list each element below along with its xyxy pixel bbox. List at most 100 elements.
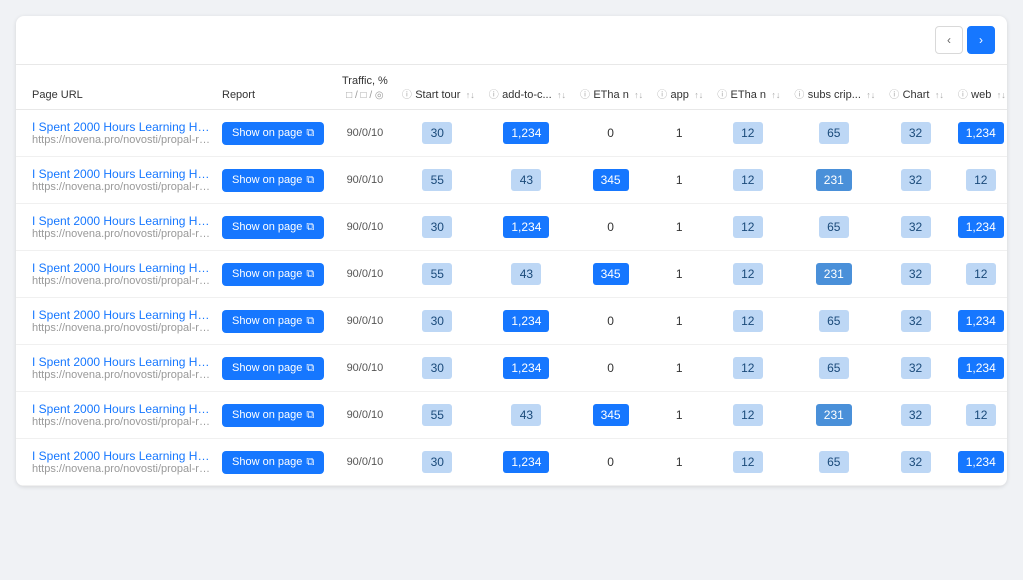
cell-value: 30 (422, 122, 452, 144)
value-cell: 43 (481, 392, 572, 439)
value-cell: 1 (649, 345, 709, 392)
table-row: I Spent 2000 Hours Learning How To Lea..… (16, 157, 1007, 204)
value-cell: 1,234 (950, 204, 1007, 251)
cell-value: 55 (422, 404, 452, 426)
col-chart[interactable]: ⓘ Chart ↑↓ (881, 65, 950, 110)
page-url-title[interactable]: I Spent 2000 Hours Learning How To Lea..… (32, 167, 210, 181)
sort-icon-ethan1[interactable]: ↑↓ (634, 90, 643, 100)
page-url-sub: https://novena.pro/novosti/propal-rezhim… (32, 369, 210, 381)
value-cell: 1,234 (950, 439, 1007, 486)
prev-button[interactable]: ‹ (935, 26, 963, 54)
cell-value: 30 (422, 451, 452, 473)
cell-value: 1 (664, 357, 694, 379)
value-cell: 12 (709, 157, 786, 204)
show-on-page-button[interactable]: Show on page ⧉ (222, 122, 324, 145)
col-web[interactable]: ⓘ web ↑↓ (950, 65, 1007, 110)
traffic-cell: 90/0/10 (336, 439, 394, 486)
value-cell: 55 (394, 392, 481, 439)
sort-icon-start-tour[interactable]: ↑↓ (466, 90, 475, 100)
table-row: I Spent 2000 Hours Learning How To Lea..… (16, 251, 1007, 298)
sort-icon-ethan2[interactable]: ↑↓ (771, 90, 780, 100)
col-ethan2[interactable]: ⓘ ETha n ↑↓ (709, 65, 786, 110)
report-cell: Show on page ⧉ (216, 345, 336, 392)
value-cell: 65 (786, 345, 881, 392)
cell-value: 1,234 (958, 216, 1004, 238)
external-link-icon: ⧉ (306, 174, 314, 187)
value-cell: 12 (709, 298, 786, 345)
show-on-page-button[interactable]: Show on page ⧉ (222, 404, 324, 427)
cell-value: 65 (819, 216, 849, 238)
value-cell: 12 (709, 345, 786, 392)
value-cell: 1,234 (950, 345, 1007, 392)
value-cell: 65 (786, 298, 881, 345)
page-url-cell: I Spent 2000 Hours Learning How To Lea..… (16, 110, 216, 157)
sort-icon-subs-crip[interactable]: ↑↓ (866, 90, 875, 100)
cell-value: 12 (733, 451, 763, 473)
show-on-page-button[interactable]: Show on page ⧉ (222, 169, 324, 192)
show-on-page-button[interactable]: Show on page ⧉ (222, 451, 324, 474)
report-cell: Show on page ⧉ (216, 110, 336, 157)
cell-value: 12 (733, 263, 763, 285)
value-cell: 30 (394, 439, 481, 486)
show-on-page-button[interactable]: Show on page ⧉ (222, 357, 324, 380)
show-on-page-button[interactable]: Show on page ⧉ (222, 216, 324, 239)
traffic-value: 90/0/10 (347, 315, 384, 327)
value-cell: 12 (709, 251, 786, 298)
col-subs-crip[interactable]: ⓘ subs crip... ↑↓ (786, 65, 881, 110)
data-table: Page URL Report Traffic, % □ / □ / ◎ ⓘ S… (16, 65, 1007, 486)
sort-icon-chart[interactable]: ↑↓ (935, 90, 944, 100)
col-start-tour[interactable]: ⓘ Start tour ↑↓ (394, 65, 481, 110)
col-app[interactable]: ⓘ app ↑↓ (649, 65, 709, 110)
info-icon-web: ⓘ (958, 86, 968, 101)
page-url-title[interactable]: I Spent 2000 Hours Learning How To Lea..… (32, 449, 210, 463)
value-cell: 0 (572, 298, 649, 345)
sort-icon-add-to-c[interactable]: ↑↓ (557, 90, 566, 100)
cell-value: 1,234 (503, 216, 549, 238)
cell-value: 0 (596, 122, 626, 144)
page-url-title[interactable]: I Spent 2000 Hours Learning How To Lea..… (32, 355, 210, 369)
main-container: ‹ › Page URL Report Traffic, % □ / □ / ◎ (16, 16, 1007, 486)
info-icon-ethan1: ⓘ (580, 86, 590, 101)
page-url-cell: I Spent 2000 Hours Learning How To Lea..… (16, 345, 216, 392)
col-add-to-c[interactable]: ⓘ add-to-c... ↑↓ (481, 65, 572, 110)
col-app-label: app (671, 89, 689, 101)
col-ethan1[interactable]: ⓘ ETha n ↑↓ (572, 65, 649, 110)
page-url-title[interactable]: I Spent 2000 Hours Learning How To Lea..… (32, 402, 210, 416)
page-url-cell: I Spent 2000 Hours Learning How To Lea..… (16, 439, 216, 486)
cell-value: 43 (511, 169, 541, 191)
value-cell: 231 (786, 392, 881, 439)
col-subs-crip-label: subs crip... (808, 89, 861, 101)
cell-value: 345 (593, 169, 629, 191)
value-cell: 0 (572, 345, 649, 392)
next-button[interactable]: › (967, 26, 995, 54)
table-body: I Spent 2000 Hours Learning How To Lea..… (16, 110, 1007, 486)
value-cell: 1 (649, 204, 709, 251)
page-url-cell: I Spent 2000 Hours Learning How To Lea..… (16, 251, 216, 298)
col-add-to-c-label: add-to-c... (502, 89, 552, 101)
cell-value: 65 (819, 451, 849, 473)
page-url-sub: https://novena.pro/novosti/propal-rezhim… (32, 463, 210, 475)
value-cell: 32 (881, 392, 950, 439)
cell-value: 1,234 (958, 310, 1004, 332)
page-url-title[interactable]: I Spent 2000 Hours Learning How To Lea..… (32, 214, 210, 228)
value-cell: 345 (572, 392, 649, 439)
show-on-page-button[interactable]: Show on page ⧉ (222, 310, 324, 333)
col-traffic-sub: □ / □ / ◎ (346, 90, 383, 101)
sort-icon-web[interactable]: ↑↓ (997, 90, 1006, 100)
traffic-value: 90/0/10 (347, 456, 384, 468)
cell-value: 1,234 (958, 357, 1004, 379)
traffic-cell: 90/0/10 (336, 345, 394, 392)
col-traffic: Traffic, % □ / □ / ◎ (336, 65, 394, 110)
cell-value: 12 (733, 216, 763, 238)
page-url-title[interactable]: I Spent 2000 Hours Learning How To Lea..… (32, 261, 210, 275)
page-url-title[interactable]: I Spent 2000 Hours Learning How To Lea..… (32, 308, 210, 322)
sort-icon-app[interactable]: ↑↓ (694, 90, 703, 100)
value-cell: 12 (709, 110, 786, 157)
cell-value: 231 (816, 263, 852, 285)
show-on-page-button[interactable]: Show on page ⧉ (222, 263, 324, 286)
cell-value: 1,234 (503, 451, 549, 473)
value-cell: 32 (881, 439, 950, 486)
page-url-title[interactable]: I Spent 2000 Hours Learning How To Lea..… (32, 120, 210, 134)
value-cell: 1 (649, 251, 709, 298)
traffic-cell: 90/0/10 (336, 204, 394, 251)
